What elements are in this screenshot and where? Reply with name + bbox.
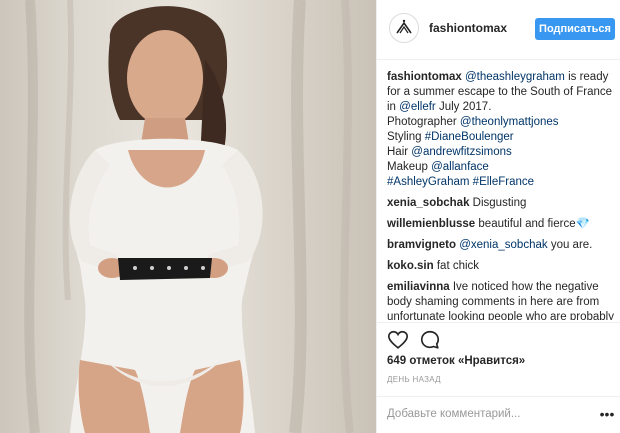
- comment-item: emiliavinna Ive noticed how the negative…: [387, 280, 615, 320]
- mention-link[interactable]: @andrewfitzsimons: [411, 146, 512, 158]
- mention-link[interactable]: @allanface: [431, 161, 489, 173]
- comment-item: koko.sin fat chick: [387, 259, 615, 274]
- photo-illustration: [24, 0, 354, 433]
- mention-link[interactable]: @theonlymattjones: [460, 116, 559, 128]
- caption-text: July 2017.: [435, 101, 492, 113]
- heart-icon[interactable]: [387, 329, 409, 351]
- post-username[interactable]: fashiontomax: [429, 21, 507, 35]
- comment-author[interactable]: xenia_sobchak: [387, 197, 469, 209]
- comment-icon[interactable]: [419, 329, 441, 351]
- comment-author[interactable]: emiliavinna: [387, 281, 450, 293]
- mention-link[interactable]: @theashleygraham: [465, 71, 565, 83]
- avatar-logo-icon: [396, 19, 412, 34]
- comment-text: fat chick: [436, 260, 480, 272]
- post-sidebar: fashiontomax Подписаться fashiontomax @t…: [376, 0, 620, 433]
- caption-text: Photographer: [387, 116, 460, 128]
- comment-author[interactable]: willemienblusse: [387, 218, 475, 230]
- hashtag-link[interactable]: #ElleFrance: [473, 176, 534, 188]
- comment-item: bramvigneto @xenia_sobchak you are.: [387, 238, 615, 253]
- comment-text: you are.: [547, 239, 593, 251]
- comment-author[interactable]: koko.sin: [387, 260, 434, 272]
- hashtag-link[interactable]: #DianeBoulenger: [425, 131, 514, 143]
- caption-text: Makeup: [387, 161, 432, 173]
- caption-text: Styling: [387, 131, 425, 143]
- comment-input[interactable]: [387, 405, 587, 423]
- caption-author[interactable]: fashiontomax: [387, 71, 462, 83]
- comment-text: Disgusting: [472, 197, 527, 209]
- comment-item: xenia_sobchak Disgusting: [387, 196, 615, 211]
- avatar[interactable]: [389, 13, 419, 43]
- hashtag-link[interactable]: #AshleyGraham: [387, 176, 469, 188]
- caption: fashiontomax @theashleygraham is ready f…: [387, 70, 615, 190]
- post-header: fashiontomax Подписаться: [377, 0, 620, 60]
- add-comment-bar: •••: [377, 396, 620, 433]
- comment-author[interactable]: bramvigneto: [387, 239, 456, 251]
- post-photo: [0, 0, 376, 433]
- comment-text: beautiful and fierce💎: [478, 218, 590, 230]
- action-bar: [377, 322, 620, 350]
- more-options-icon[interactable]: •••: [599, 405, 615, 423]
- comment-item: willemienblusse beautiful and fierce💎: [387, 217, 615, 232]
- post-timestamp: ДЕНЬ НАЗАД: [387, 375, 441, 384]
- follow-button[interactable]: Подписаться: [535, 18, 615, 40]
- mention-link[interactable]: @xenia_sobchak: [459, 239, 547, 251]
- comments-list: fashiontomax @theashleygraham is ready f…: [387, 70, 615, 320]
- mention-link[interactable]: @ellefr: [399, 101, 436, 113]
- likes-count[interactable]: 649 отметок «Нравится»: [387, 355, 525, 367]
- caption-text: Hair: [387, 146, 412, 158]
